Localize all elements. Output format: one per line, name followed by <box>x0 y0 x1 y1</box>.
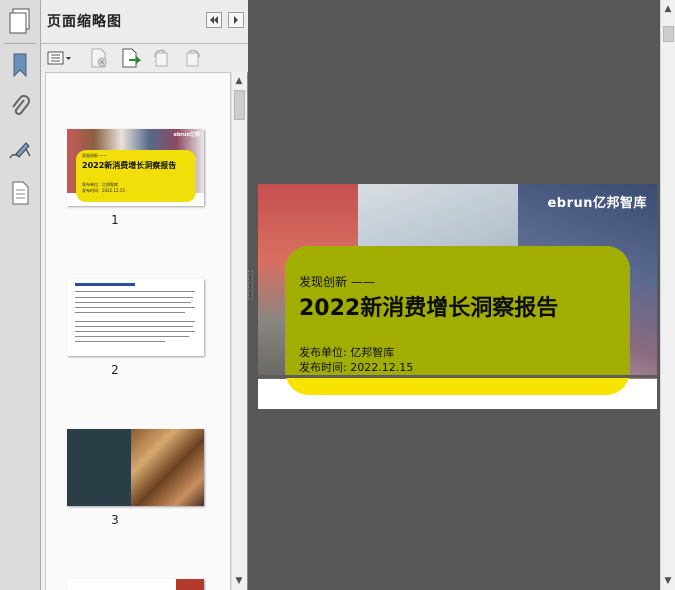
cover-subtitle: 发现创新 —— <box>299 275 375 289</box>
bookmark-icon[interactable] <box>5 50 35 80</box>
toolbar-separator <box>4 43 36 44</box>
date-value: 2022.12.15 <box>350 361 414 374</box>
thumbnail-list[interactable]: ebrun亿邦 发现创新 —— 2022新消费增长洞察报告 发布单位：亿邦智库 … <box>45 72 231 590</box>
thumbnail-mall-photo <box>131 429 204 506</box>
publisher-label: 发布单位: <box>299 346 347 359</box>
cover-title: 2022新消费增长洞察报告 <box>299 296 559 321</box>
scroll-down-icon[interactable]: ▼ <box>232 574 246 588</box>
page-thumbnail-1[interactable]: ebrun亿邦 发现创新 —— 2022新消费增长洞察报告 发布单位：亿邦智库 … <box>67 129 204 206</box>
page-thumbnail-3[interactable] <box>67 429 204 506</box>
page-thumbnail-2[interactable] <box>67 279 204 356</box>
date-line: 发布时间: 2022.12.15 <box>299 359 413 375</box>
thumbnail-title: 2022新消费增长洞察报告 <box>82 161 177 170</box>
scroll-up-icon[interactable]: ▲ <box>232 74 246 88</box>
page-thumbnails-panel: 页面缩略图 ebrun亿邦 发现创新 —— 2022新消费增长洞察报告 发布单位… <box>41 0 248 590</box>
panel-toolbar <box>41 44 248 72</box>
publisher-line: 发布单位: 亿邦智库 <box>299 344 394 360</box>
rotate-left-icon[interactable] <box>149 47 173 69</box>
thumbnail-scrollbar[interactable]: ▲ ▼ <box>231 72 246 590</box>
delete-page-icon[interactable] <box>87 47 111 69</box>
thumbnail-subtitle: 发现创新 —— <box>82 153 108 158</box>
next-panel-button[interactable] <box>228 12 244 28</box>
options-menu-button[interactable] <box>47 47 73 69</box>
thumbnail-logo: ebrun亿邦 <box>173 132 200 138</box>
panel-resize-handle[interactable] <box>248 270 253 300</box>
cover-divider <box>258 375 657 378</box>
pages-panel-icon[interactable] <box>8 8 32 34</box>
collapse-panel-button[interactable] <box>206 12 222 28</box>
thumbnail-meta-date: 发布时间：2022.12.15 <box>82 188 125 193</box>
thumbnail-title-card: 发现创新 —— 2022新消费增长洞察报告 发布单位：亿邦智库 发布时间：202… <box>76 150 196 202</box>
rotate-right-icon[interactable] <box>181 47 205 69</box>
thumbnail-heading-bar <box>75 283 135 286</box>
document-page[interactable]: ebrun亿邦智库 发现创新 —— 2022新消费增长洞察报告 发布单位: 亿邦… <box>258 184 657 409</box>
doc-scroll-down-icon[interactable]: ▼ <box>661 574 675 588</box>
attachment-icon[interactable] <box>5 92 35 122</box>
document-scrollbar[interactable]: ▲ ▼ <box>660 0 675 590</box>
publisher-value: 亿邦智库 <box>350 346 395 359</box>
thumbnail-image <box>176 579 204 590</box>
page-number-2: 2 <box>111 363 119 377</box>
page-number-3: 3 <box>111 513 119 527</box>
page-thumbnail-4[interactable] <box>67 579 204 590</box>
doc-scrollbar-thumb[interactable] <box>663 26 674 42</box>
insert-page-icon[interactable] <box>119 47 143 69</box>
document-layers-icon[interactable] <box>5 178 35 208</box>
date-label: 发布时间: <box>299 361 347 374</box>
brand-logo: ebrun亿邦智库 <box>547 196 647 211</box>
left-navigation-toolbar <box>0 0 41 590</box>
signature-icon[interactable] <box>5 136 35 166</box>
page-number-1: 1 <box>111 213 119 227</box>
scrollbar-thumb[interactable] <box>234 90 245 120</box>
panel-title: 页面缩略图 <box>47 14 122 30</box>
panel-header: 页面缩略图 <box>41 0 248 44</box>
doc-scroll-up-icon[interactable]: ▲ <box>661 2 675 16</box>
